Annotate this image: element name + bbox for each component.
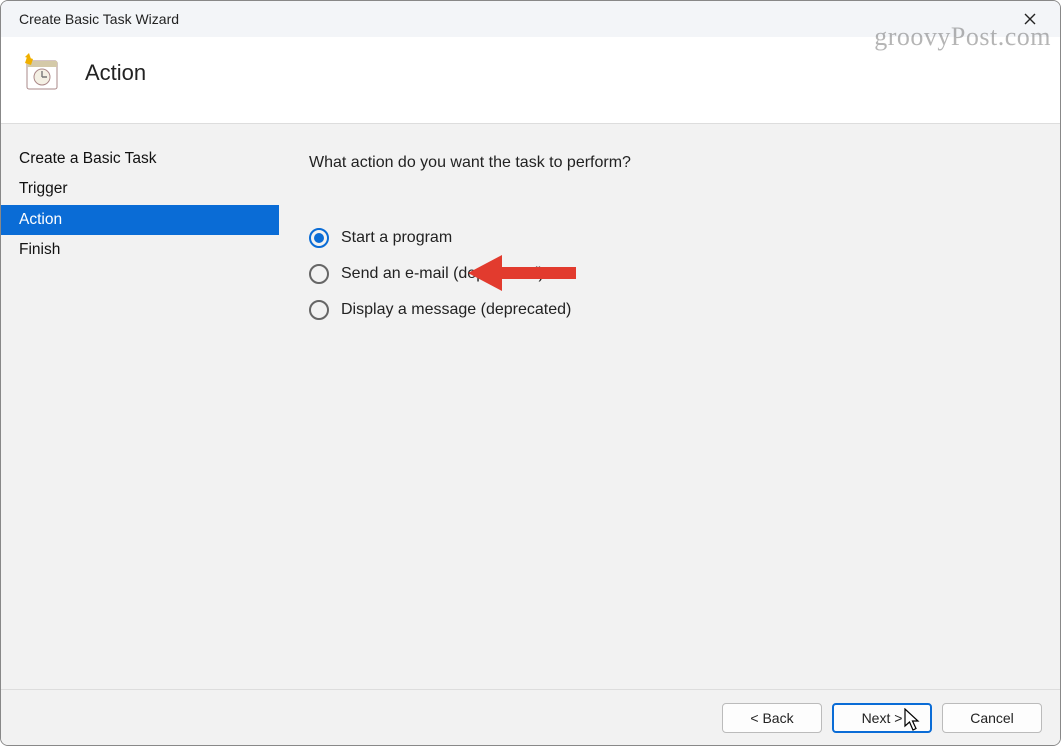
main-panel: What action do you want the task to perf… — [279, 124, 1060, 688]
radio-icon — [309, 300, 329, 320]
cancel-button[interactable]: Cancel — [942, 703, 1042, 733]
sidebar-item-trigger[interactable]: Trigger — [1, 174, 279, 204]
radio-icon — [309, 228, 329, 248]
header: Action — [1, 37, 1060, 124]
next-button[interactable]: Next > — [832, 703, 932, 733]
radio-label: Start a program — [341, 229, 452, 247]
close-icon — [1024, 13, 1036, 25]
window-title: Create Basic Task Wizard — [19, 11, 179, 27]
wizard-icon — [21, 53, 61, 93]
back-button[interactable]: < Back — [722, 703, 822, 733]
wizard-window: Create Basic Task Wizard Action Create a… — [0, 0, 1061, 746]
sidebar-item-create-basic-task[interactable]: Create a Basic Task — [1, 144, 279, 174]
radio-label: Display a message (deprecated) — [341, 301, 571, 319]
sidebar-item-action[interactable]: Action — [1, 205, 279, 235]
close-button[interactable] — [1008, 3, 1052, 35]
radio-send-email[interactable]: Send an e-mail (deprecated) — [309, 264, 1030, 284]
sidebar-item-finish[interactable]: Finish — [1, 235, 279, 265]
radio-display-message[interactable]: Display a message (deprecated) — [309, 300, 1030, 320]
page-title: Action — [85, 60, 146, 86]
radio-label: Send an e-mail (deprecated) — [341, 265, 544, 283]
titlebar: Create Basic Task Wizard — [1, 1, 1060, 37]
radio-start-program[interactable]: Start a program — [309, 228, 1030, 248]
content-area: Create a Basic Task Trigger Action Finis… — [1, 124, 1060, 688]
radio-icon — [309, 264, 329, 284]
button-bar: < Back Next > Cancel — [1, 689, 1060, 745]
wizard-steps-sidebar: Create a Basic Task Trigger Action Finis… — [1, 124, 279, 688]
prompt-text: What action do you want the task to perf… — [309, 154, 1030, 172]
